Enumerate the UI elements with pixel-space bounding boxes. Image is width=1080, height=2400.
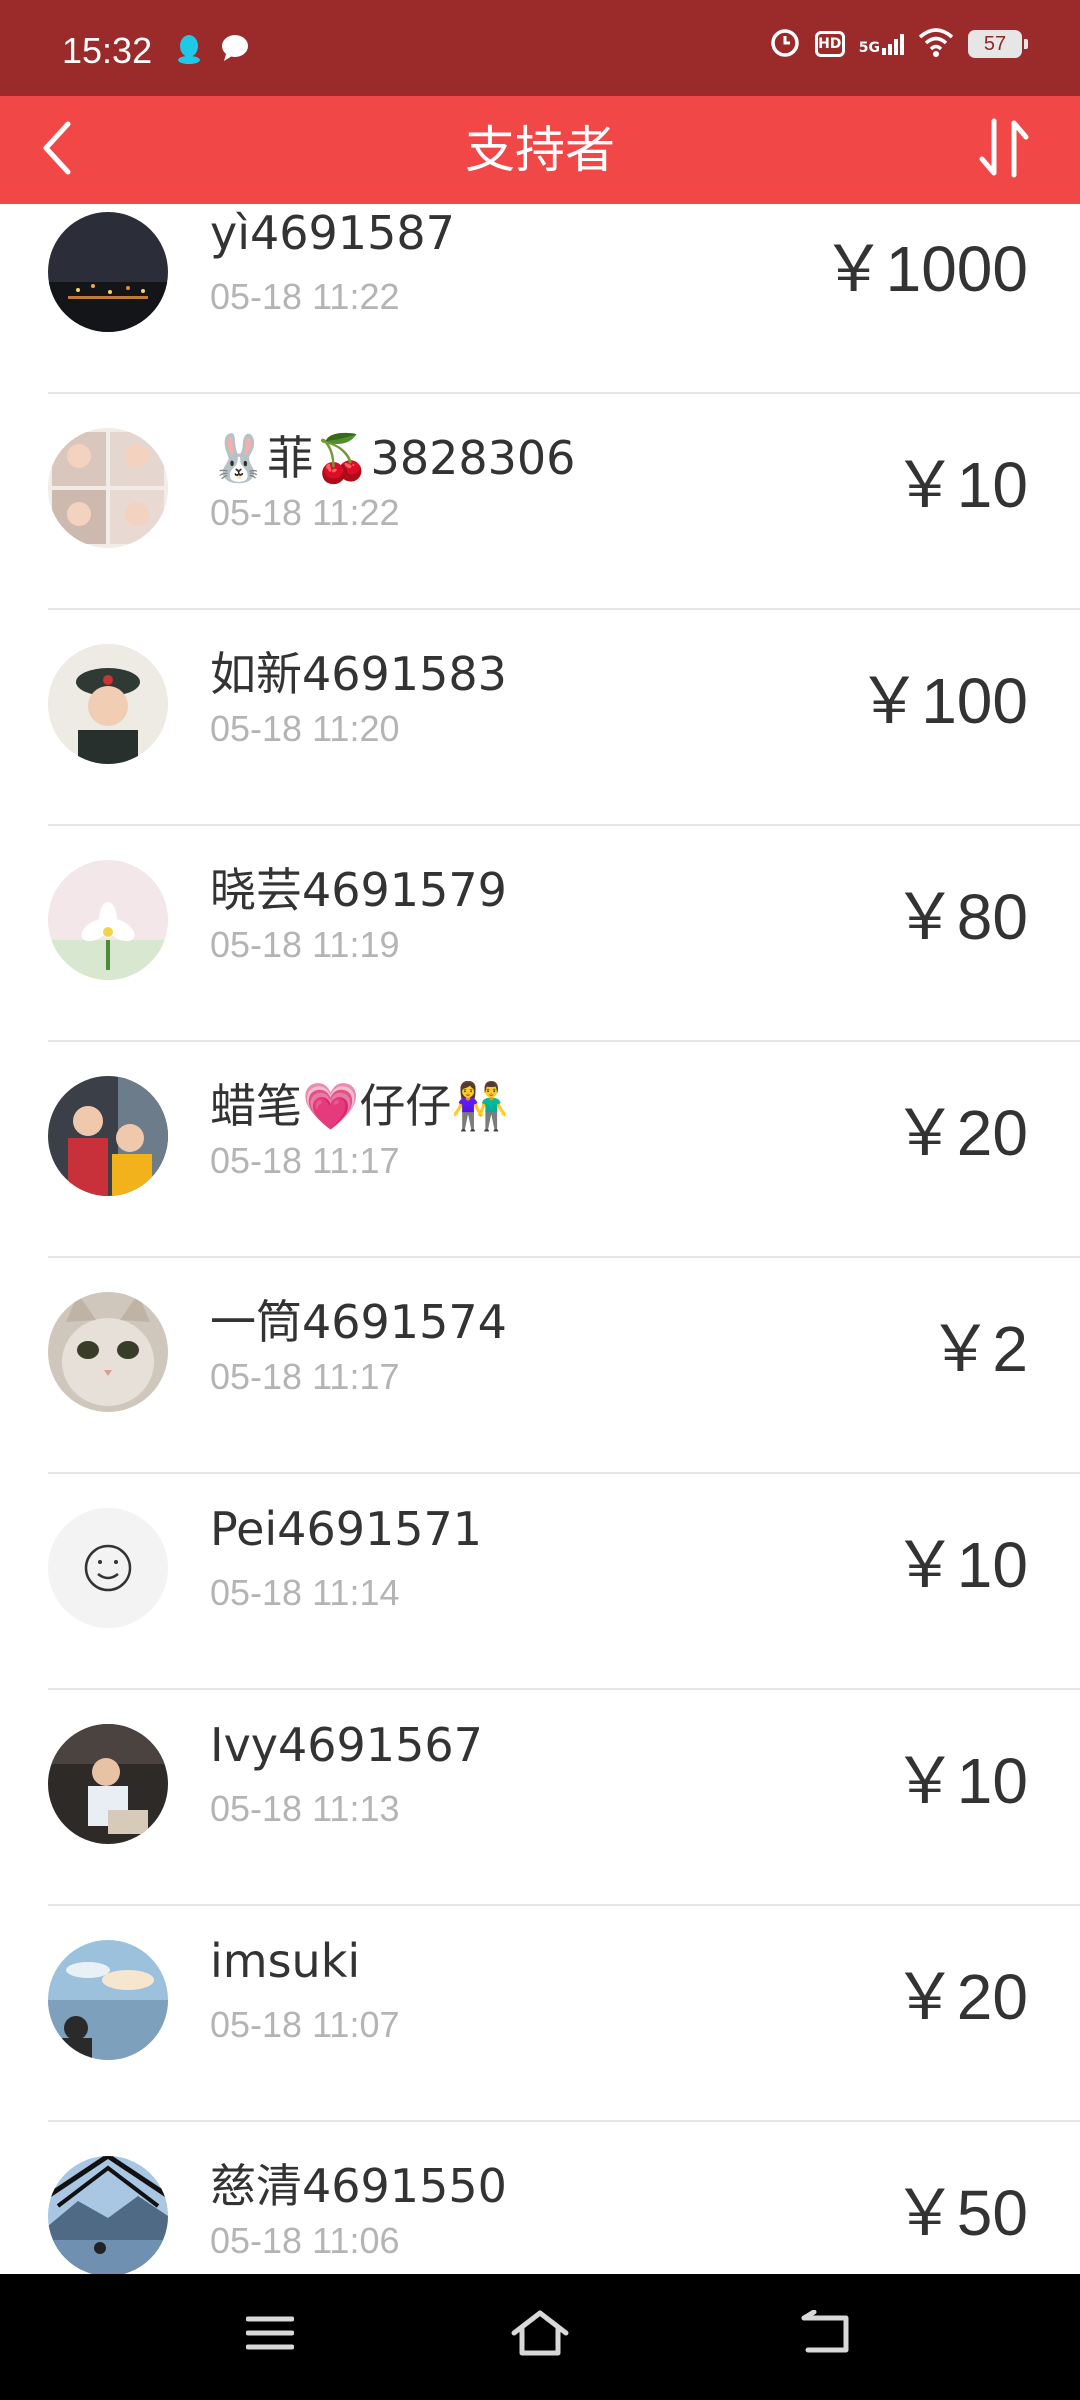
back-button[interactable] — [38, 102, 128, 198]
avatar — [48, 1508, 168, 1628]
list-item[interactable]: 慈清4691550 05-18 11:06 ￥50 — [48, 2122, 1080, 2274]
support-amount: ￥80 — [892, 881, 1028, 953]
list-item[interactable]: 如新4691583 05-18 11:20 ￥100 — [48, 610, 1080, 826]
page-title: 支持者 — [465, 121, 615, 179]
avatar — [48, 644, 168, 764]
list-item[interactable]: yì4691587 05-18 11:22 ￥1000 — [48, 204, 1080, 394]
list-item[interactable]: 晓芸4691579 05-18 11:19 ￥80 — [48, 826, 1080, 1042]
support-amount: ￥10 — [892, 449, 1028, 521]
avatar — [48, 860, 168, 980]
wifi-icon — [918, 27, 954, 61]
system-nav-bar — [0, 2274, 1080, 2400]
supporter-name: 蜡笔💗仔仔👫 — [210, 1079, 509, 1133]
support-amount: ￥50 — [892, 2177, 1028, 2249]
back-icon — [800, 2309, 852, 2360]
supporter-name: 慈清4691550 — [210, 2159, 507, 2213]
chevron-left-icon — [38, 118, 78, 182]
status-bar: 15:32 HD 5G 57 — [0, 0, 1080, 96]
avatar — [48, 1724, 168, 1844]
chat-bubble-icon — [220, 34, 250, 68]
support-time: 05-18 11:17 — [210, 1356, 400, 1397]
list-item[interactable]: 一筒4691574 05-18 11:17 ￥2 — [48, 1258, 1080, 1474]
avatar — [48, 2156, 168, 2274]
app-header: 支持者 — [0, 96, 1080, 204]
supporter-name: 一筒4691574 — [210, 1295, 507, 1349]
support-amount: ￥2 — [928, 1313, 1028, 1385]
menu-button[interactable] — [230, 2300, 310, 2370]
battery-icon: 57 — [968, 30, 1028, 58]
supporter-name: Ivy4691567 — [210, 1718, 483, 1772]
support-amount: ￥1000 — [821, 233, 1028, 305]
support-time: 05-18 11:07 — [210, 2004, 400, 2045]
supporter-name: 🐰菲🍒3828306 — [210, 431, 576, 485]
avatar — [48, 1076, 168, 1196]
support-time: 05-18 11:13 — [210, 1788, 400, 1829]
list-item[interactable]: 蜡笔💗仔仔👫 05-18 11:17 ￥20 — [48, 1042, 1080, 1258]
support-time: 05-18 11:14 — [210, 1572, 400, 1613]
status-right: HD 5G 57 — [769, 26, 1028, 62]
support-amount: ￥20 — [892, 1961, 1028, 2033]
hd-icon: HD — [814, 31, 845, 57]
network-label: 5G — [858, 40, 880, 56]
home-button[interactable] — [500, 2300, 580, 2370]
list-item[interactable]: 🐰菲🍒3828306 05-18 11:22 ￥10 — [48, 394, 1080, 610]
qq-penguin-icon — [176, 34, 202, 68]
support-amount: ￥10 — [892, 1529, 1028, 1601]
avatar — [48, 1292, 168, 1412]
support-amount: ￥20 — [892, 1097, 1028, 1169]
supporter-name: imsuki — [210, 1934, 361, 1988]
signal-5g-icon: 5G — [859, 33, 904, 55]
notification-icons — [176, 34, 250, 68]
avatar — [48, 428, 168, 548]
sort-button[interactable] — [964, 104, 1044, 196]
avatar — [48, 1940, 168, 2060]
supporter-name: 如新4691583 — [210, 647, 507, 701]
status-time: 15:32 — [62, 30, 153, 71]
supporter-name: yì4691587 — [210, 206, 455, 260]
list-item[interactable]: Pei4691571 05-18 11:14 ￥10 — [48, 1474, 1080, 1690]
support-time: 05-18 11:22 — [210, 492, 400, 533]
alarm-icon — [769, 26, 801, 62]
list-item[interactable]: Ivy4691567 05-18 11:13 ￥10 — [48, 1690, 1080, 1906]
supporter-name: Pei4691571 — [210, 1502, 483, 1556]
sort-arrows-icon — [974, 117, 1034, 183]
list-item[interactable]: imsuki 05-18 11:07 ￥20 — [48, 1906, 1080, 2122]
support-time: 05-18 11:17 — [210, 1140, 400, 1181]
supporter-name: 晓芸4691579 — [210, 863, 507, 917]
support-time: 05-18 11:06 — [210, 2220, 400, 2261]
back-nav-button[interactable] — [786, 2300, 866, 2370]
support-time: 05-18 11:19 — [210, 924, 400, 965]
home-icon — [510, 2309, 570, 2361]
menu-icon — [245, 2313, 295, 2357]
support-time: 05-18 11:20 — [210, 708, 400, 749]
support-amount: ￥10 — [892, 1745, 1028, 1817]
support-time: 05-18 11:22 — [210, 276, 400, 317]
supporter-list[interactable]: yì4691587 05-18 11:22 ￥1000 🐰菲🍒3828306 0… — [0, 204, 1080, 2274]
support-amount: ￥100 — [857, 665, 1028, 737]
avatar — [48, 212, 168, 332]
